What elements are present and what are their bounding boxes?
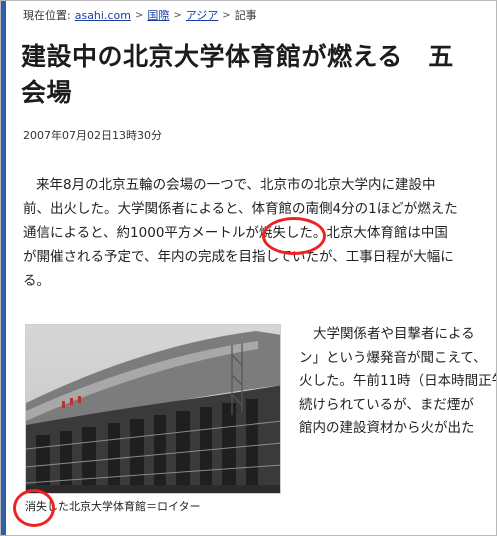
paragraph-line: る。 [23,273,50,289]
breadcrumb-separator: > [134,9,144,21]
paragraph-line: 続けられているが、まだ煙が [299,396,474,413]
paragraph-line: 大学関係者や目撃者による [313,326,475,342]
article-photo [25,324,281,494]
article-paragraph-1: 来年8月の北京五輪の会場の一つで、北京市の北京大学内に建設中 前、出火した。大学… [23,173,496,293]
breadcrumb-separator: > [173,9,182,21]
burnt-gymnasium-photo [26,325,280,493]
article-paragraph-2: 大学関係者や目撃者による ン」という爆発音が聞こえて、 火した。午前11時（日本… [299,323,497,441]
article-title-line-1: 建設中の北京大学体育館が燃える 五 [21,42,454,71]
breadcrumb-link-asia[interactable]: アジア [186,7,219,23]
article-date: 2007年07月02日13時30分 [23,129,162,142]
article-title: 建設中の北京大学体育館が燃える 五 会場 [21,39,496,111]
left-accent-bar [1,1,6,535]
paragraph-line: 通信によると、約1000平方メートルが焼失した。北京大体育館は中国 [23,225,448,241]
breadcrumb-link-international[interactable]: 国際 [147,7,169,23]
article-title-line-2: 会場 [21,78,73,107]
paragraph-line: 火した。午前11時（日本時間正午 [299,373,497,389]
breadcrumb: 現在位置: asahi.com > 国際 > アジア > 記事 [23,7,257,23]
photo-caption: 消失した北京大学体育館＝ロイター [25,500,201,513]
paragraph-line: 館内の建設資材から火が出た [299,420,475,436]
breadcrumb-current: 記事 [234,9,257,22]
paragraph-line: が開催される予定で、年内の完成を目指していたが、工事日程が大幅に [23,249,454,265]
page-frame: 現在位置: asahi.com > 国際 > アジア > 記事 建設中の北京大学… [0,0,497,536]
paragraph-line: 前、出火した。大学関係者によると、体育館の南側4分の1ほどが燃えた [23,201,458,217]
breadcrumb-link-asahi[interactable]: asahi.com [75,9,131,22]
breadcrumb-separator: > [222,9,231,21]
breadcrumb-prefix: 現在位置: [23,9,71,22]
paragraph-line: ン」という爆発音が聞こえて、 [299,349,487,366]
paragraph-line: 来年8月の北京五輪の会場の一つで、北京市の北京大学内に建設中 [36,177,436,193]
